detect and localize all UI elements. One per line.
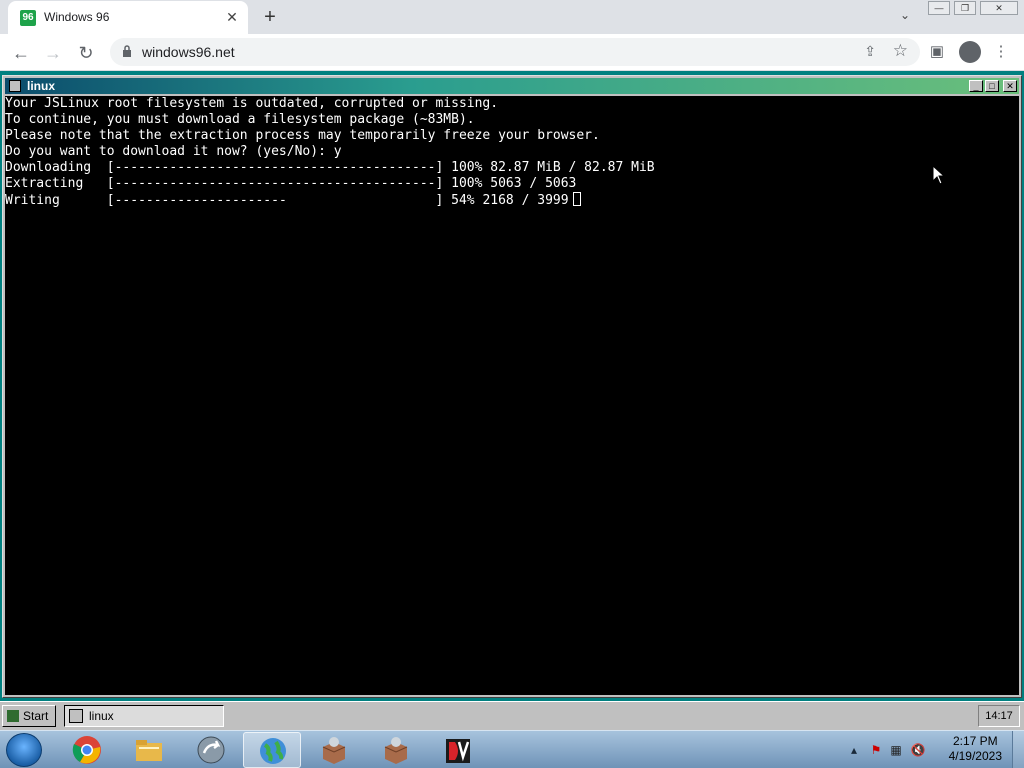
screen: 96 Windows 96 ✕ + ⌄ — ❐ ✕ ← → ↻ windows9… (0, 0, 1024, 768)
show-desktop-button[interactable] (1012, 731, 1024, 768)
system-tray: ▴ ⚑ ▦ 🔇 2:17 PM 4/19/2023 (844, 731, 1024, 768)
terminal-line: To continue, you must download a filesys… (5, 112, 475, 127)
arrow-app-icon (197, 736, 225, 764)
menu-icon[interactable]: ⋮ (991, 42, 1011, 62)
share-icon[interactable]: ⇪ (864, 43, 876, 60)
window-titlebar[interactable]: linux _ □ ✕ (5, 78, 1019, 94)
taskbar-pin-explorer[interactable] (120, 732, 178, 768)
terminal-output[interactable]: Your JSLinux root filesystem is outdated… (5, 96, 1019, 695)
terminal-line: Your JSLinux root filesystem is outdated… (5, 96, 499, 111)
side-panel-icon[interactable]: ▣ (927, 42, 947, 62)
taskbar-pin-chrome[interactable] (58, 732, 116, 768)
new-tab-button[interactable]: + (259, 6, 281, 28)
tab-search-chevron-icon[interactable]: ⌄ (896, 8, 914, 26)
terminal-line: Do you want to download it now? (yes/No)… (5, 144, 342, 159)
taskbar-pin-dv[interactable] (429, 732, 487, 768)
forward-icon[interactable]: → (40, 40, 66, 66)
close-icon[interactable]: ✕ (1003, 80, 1017, 92)
progress-bar: [---------------------------------------… (106, 160, 444, 175)
progress-percent: 100% (451, 160, 483, 175)
clock-time: 2:17 PM (952, 734, 998, 748)
bookmark-star-icon[interactable]: ☆ (893, 41, 908, 61)
profile-avatar-icon[interactable] (959, 41, 981, 63)
lock-icon (123, 45, 131, 57)
progress-label: Writing (5, 193, 60, 208)
system-clock[interactable]: 2:17 PM 4/19/2023 (949, 734, 1002, 764)
taskbar-item-label: linux (89, 709, 114, 723)
globe-icon (260, 738, 286, 764)
taskbar-pin-package-2[interactable] (367, 732, 425, 768)
progress-detail: 82.87 MiB / 82.87 MiB (490, 160, 655, 175)
window-title: linux (27, 79, 56, 93)
progress-downloading: Downloading [---------------------------… (5, 160, 1019, 176)
reload-icon[interactable]: ↻ (73, 40, 99, 66)
progress-extracting: Extracting [----------------------------… (5, 176, 1019, 192)
tab-close-icon[interactable]: ✕ (224, 9, 240, 25)
volume-muted-icon[interactable]: 🔇 (910, 742, 926, 758)
browser-tab-strip: 96 Windows 96 ✕ + ⌄ — ❐ ✕ (0, 0, 1024, 34)
show-hidden-icons-chevron[interactable]: ▴ (846, 742, 862, 758)
package-icon (384, 737, 408, 764)
start-button[interactable]: Start (2, 705, 56, 727)
address-bar[interactable]: windows96.net ⇪ ☆ (110, 38, 920, 66)
progress-bar: [---------------------------------------… (106, 176, 444, 191)
progress-writing: Writing [---------------------- ] 54% 21… (5, 192, 1019, 209)
progress-detail: 2168 / 3999 (482, 193, 569, 208)
folder-icon (136, 740, 162, 761)
browser-toolbar: ← → ↻ windows96.net ⇪ ☆ ▣ ⋮ (0, 34, 1024, 71)
win96-desktop: linux _ □ ✕ Your JSLinux root filesystem… (0, 71, 1024, 730)
terminal-window: linux _ □ ✕ Your JSLinux root filesystem… (2, 75, 1022, 698)
terminal-icon (69, 709, 83, 723)
mouse-cursor-icon (932, 165, 946, 185)
progress-detail: 5063 / 5063 (490, 176, 577, 191)
progress-percent: 54% (451, 193, 475, 208)
progress-label: Extracting (5, 176, 84, 191)
tab-title: Windows 96 (44, 10, 110, 24)
taskbar-item-linux[interactable]: linux (64, 705, 224, 727)
win96-clock: 14:17 (978, 705, 1020, 727)
win96-taskbar: Start linux 14:17 (0, 701, 1024, 730)
browser-tab[interactable]: 96 Windows 96 ✕ (8, 1, 248, 34)
taskbar-pin-arrow-app[interactable] (182, 732, 240, 768)
action-center-error-icon[interactable]: ⚑ (868, 742, 884, 758)
dv-icon (446, 739, 470, 763)
progress-bar: [---------------------- ] (106, 193, 444, 208)
minimize-icon[interactable]: _ (969, 80, 983, 92)
progress-label: Downloading (5, 160, 92, 175)
restore-icon[interactable]: ❐ (954, 1, 976, 15)
terminal-icon (9, 80, 21, 92)
back-icon[interactable]: ← (8, 40, 34, 66)
windows96-icon: 96 (20, 10, 36, 26)
network-icon[interactable]: ▦ (888, 742, 904, 758)
terminal-cursor (572, 192, 581, 206)
windows-start-orb[interactable] (6, 733, 42, 767)
clock-date: 4/19/2023 (948, 749, 1002, 763)
minimize-icon[interactable]: — (928, 1, 950, 15)
package-icon (322, 737, 346, 764)
start-logo-icon (7, 710, 19, 722)
terminal-line: Please note that the extraction process … (5, 128, 600, 143)
progress-percent: 100% (451, 176, 483, 191)
maximize-icon[interactable]: □ (985, 80, 999, 92)
windows-taskbar: ▴ ⚑ ▦ 🔇 2:17 PM 4/19/2023 (0, 730, 1024, 768)
taskbar-pin-globe[interactable] (243, 732, 301, 768)
chrome-icon (72, 736, 101, 764)
taskbar-pin-package-1[interactable] (305, 732, 363, 768)
start-label: Start (23, 709, 49, 723)
url-text: windows96.net (142, 44, 235, 60)
close-icon[interactable]: ✕ (980, 1, 1018, 15)
